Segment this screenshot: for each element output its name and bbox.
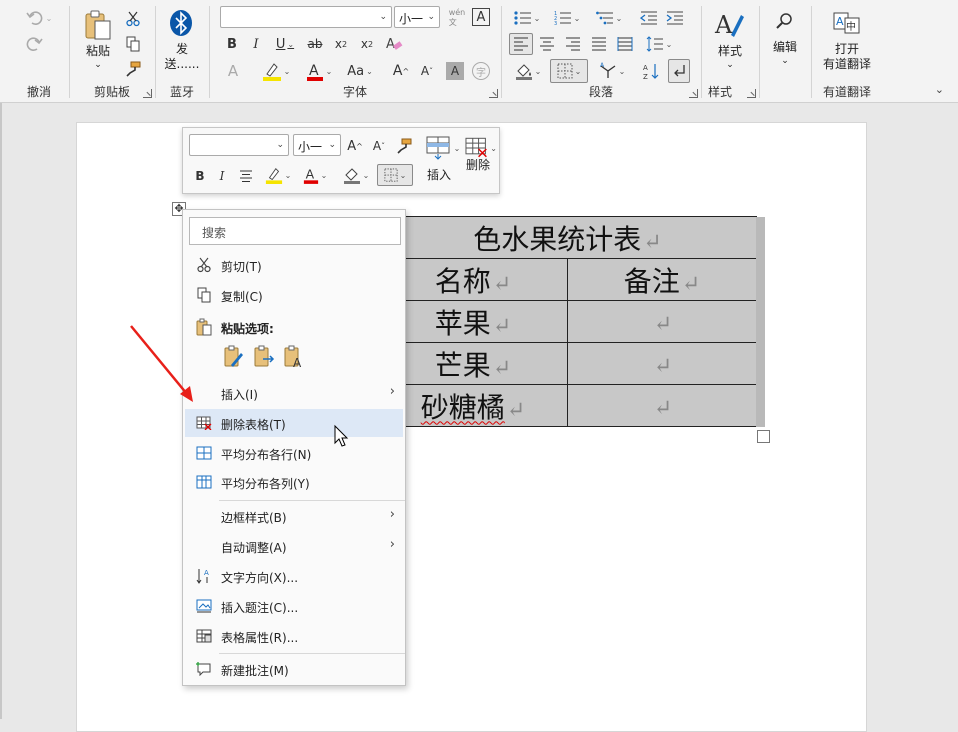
annotation-overlay: [130, 325, 349, 447]
mouse-cursor-icon: [334, 424, 349, 447]
red-arrow-icon: [130, 325, 188, 395]
